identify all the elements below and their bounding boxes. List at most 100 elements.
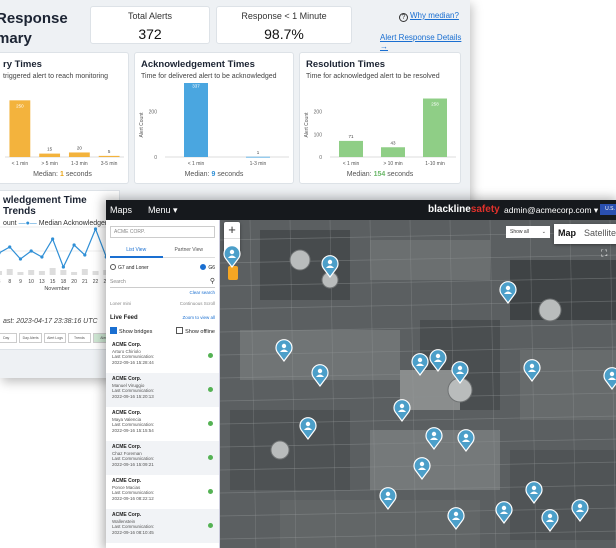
tab-day[interactable]: Day <box>0 333 18 343</box>
median-point[interactable] <box>83 253 87 257</box>
worker-pin-icon[interactable] <box>522 358 542 382</box>
zoom-to-all-link[interactable]: Zoom to view all <box>182 315 215 321</box>
worker-pin-icon[interactable] <box>602 366 616 390</box>
worker-pin-icon[interactable] <box>570 498 590 522</box>
median-readout: Median: 9 seconds <box>135 171 293 178</box>
satellite-map[interactable]: + − Show all ⌄ Map Satellite ⛶ <box>220 220 616 548</box>
tab-day-alerts[interactable]: Day Alerts <box>19 333 42 343</box>
live-feed-title: Live Feed <box>110 315 138 321</box>
median-point[interactable] <box>61 265 65 269</box>
show-offline-checkbox[interactable]: Show offline <box>176 327 215 335</box>
worker-pin-icon[interactable] <box>540 508 560 532</box>
tab-list-view[interactable]: List View <box>110 244 163 258</box>
nav-menu[interactable]: Menu ▾ <box>148 205 178 216</box>
mode-continuous-scroll[interactable]: Continuous Scroll <box>180 301 215 306</box>
show-bridges-checkbox[interactable]: Show bridges <box>110 327 152 335</box>
count-bar <box>60 270 67 275</box>
display-modes: Loner mini Continuous Scroll <box>110 301 215 306</box>
worker-pin-icon[interactable] <box>310 363 330 387</box>
median-label: Median: <box>346 171 372 178</box>
bar[interactable] <box>184 83 208 157</box>
worker-pin-icon[interactable] <box>320 254 340 278</box>
worker-pin-icon[interactable] <box>524 480 544 504</box>
zoom-in-button[interactable]: + <box>224 222 240 238</box>
person-head <box>435 353 441 359</box>
worker-pin-icon[interactable] <box>392 398 412 422</box>
worker-pin-icon[interactable] <box>298 416 318 440</box>
device-search-input[interactable]: Search ⚲ <box>110 277 215 288</box>
map-type-map[interactable]: Map <box>554 224 580 244</box>
radio-g6[interactable]: G6 <box>200 264 215 271</box>
bar[interactable] <box>68 152 90 157</box>
why-median-text: Why median? <box>410 11 459 20</box>
online-status-icon <box>208 489 213 494</box>
worker-pin-icon[interactable] <box>450 360 470 384</box>
bar[interactable] <box>98 155 120 157</box>
storage-tank <box>289 249 311 271</box>
worker-pin-icon[interactable] <box>424 426 444 450</box>
worker-pin-icon[interactable] <box>428 348 448 372</box>
x-tick-label: > 5 min <box>41 161 58 167</box>
bar[interactable] <box>9 100 31 157</box>
count-bar <box>0 271 2 275</box>
alert-response-details-link[interactable]: Alert Response Details → <box>380 33 470 51</box>
median-point[interactable] <box>40 255 44 259</box>
bar[interactable] <box>246 156 270 158</box>
brand-main: blackline <box>428 204 471 215</box>
bar[interactable] <box>381 147 405 157</box>
why-median-link[interactable]: ? Why median? <box>399 11 459 22</box>
worker-pin-icon[interactable] <box>222 244 242 268</box>
median-point[interactable] <box>29 249 33 253</box>
show-all-dropdown[interactable]: Show all ⌄ <box>506 226 550 238</box>
bar-value-label: 258 <box>431 102 439 107</box>
worker-pin-icon[interactable] <box>410 352 430 376</box>
median-point[interactable] <box>51 237 55 241</box>
device-list-item[interactable]: ACME Corp. Maya Valencia Last Communicatio… <box>106 407 219 441</box>
count-bar <box>6 269 13 275</box>
worker-pin-icon[interactable] <box>498 280 518 304</box>
x-tick-label: 10 <box>28 279 34 285</box>
tab-trends[interactable]: Trends <box>68 333 91 343</box>
mode-loner-mini[interactable]: Loner mini <box>110 301 131 306</box>
tab-partner-view[interactable]: Partner View <box>162 244 215 258</box>
bar[interactable] <box>423 98 447 157</box>
language-flag-icon[interactable]: U.S. <box>600 204 616 215</box>
nav-maps[interactable]: Maps <box>110 205 132 215</box>
median-point[interactable] <box>72 243 76 247</box>
tab-alert-logs[interactable]: Alert Logs <box>43 333 67 343</box>
device-list-item[interactable]: ACME Corp. Arturo Chiriolo Last Communicat… <box>106 339 219 373</box>
person-head <box>609 371 615 377</box>
map-type-satellite[interactable]: Satellite <box>580 224 616 244</box>
worker-pin-icon[interactable] <box>274 338 294 362</box>
search-icon[interactable]: ⚲ <box>210 277 215 285</box>
count-bar <box>71 272 78 275</box>
median-readout: Median: 154 seconds <box>300 171 460 178</box>
feed-filters: Show bridges Show offline <box>110 327 215 335</box>
device-list-item[interactable]: ACME Corp. Chaz Foreman Last Communication… <box>106 441 219 475</box>
radio-g7-loner[interactable]: G7 and Loner <box>110 264 149 271</box>
card-title: ry Times <box>3 59 42 70</box>
x-tick-label: 1-3 min <box>250 161 267 167</box>
clear-search-link[interactable]: Clear search <box>110 290 215 295</box>
worker-pin-icon[interactable] <box>412 456 432 480</box>
worker-pin-icon[interactable] <box>494 500 514 524</box>
worker-pin-icon[interactable] <box>378 486 398 510</box>
median-point[interactable] <box>8 245 12 249</box>
fullscreen-icon[interactable]: ⛶ <box>601 248 607 259</box>
bar[interactable] <box>339 140 363 157</box>
device-list-item[interactable]: ACME Corp. Ponce Macias Last Communication… <box>106 475 219 509</box>
map-type-toggle: Map Satellite <box>554 224 616 244</box>
company-select[interactable]: ACME CORP. <box>110 226 215 238</box>
worker-pin-icon[interactable] <box>456 428 476 452</box>
user-account-menu[interactable]: admin@acmecorp.com ▾ <box>504 205 598 216</box>
checkbox-label: Show bridges <box>119 329 153 335</box>
worker-pin-icon[interactable] <box>446 506 466 530</box>
street-view-pegman-icon[interactable] <box>228 266 238 280</box>
device-list-item[interactable]: ACME Corp. Manuel Viruggio Last Communicat… <box>106 373 219 407</box>
checkbox-label: Show offline <box>185 329 215 335</box>
device-list-item[interactable]: ACME Corp. Wallenstein Last Communication:… <box>106 509 219 543</box>
median-point[interactable] <box>93 227 98 231</box>
bar[interactable] <box>39 153 61 157</box>
x-tick-label: 13 <box>39 279 45 285</box>
median-point[interactable] <box>18 257 23 261</box>
